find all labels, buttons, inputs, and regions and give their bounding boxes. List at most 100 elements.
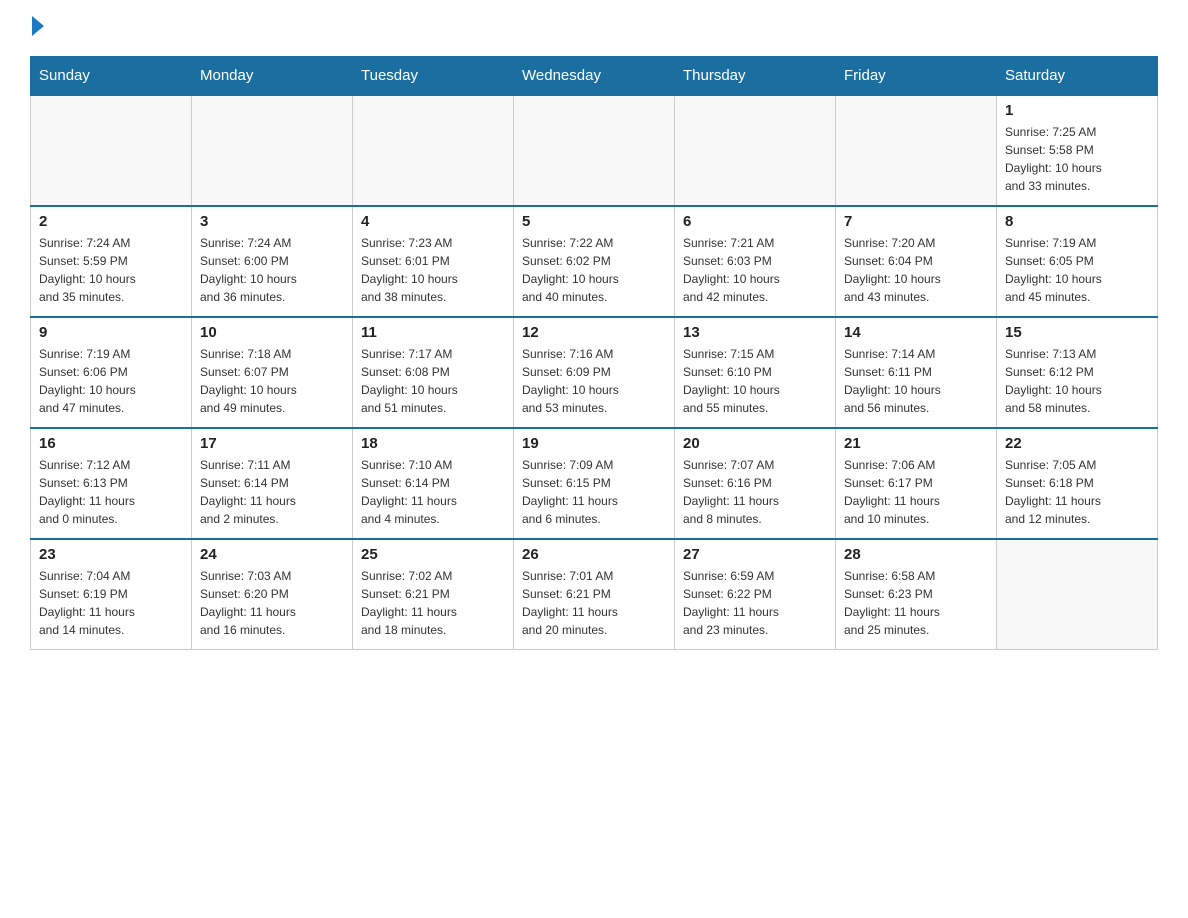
calendar-cell: 25 Sunrise: 7:02 AMSunset: 6:21 PMDayligh… xyxy=(353,539,514,650)
day-number: 21 xyxy=(844,435,988,452)
calendar-table: SundayMondayTuesdayWednesdayThursdayFrid… xyxy=(30,56,1158,650)
weekday-header-wednesday: Wednesday xyxy=(514,57,675,96)
weekday-header-sunday: Sunday xyxy=(31,57,192,96)
day-info: Sunrise: 7:22 AMSunset: 6:02 PMDaylight:… xyxy=(522,234,666,306)
calendar-cell: 18 Sunrise: 7:10 AMSunset: 6:14 PMDayligh… xyxy=(353,428,514,539)
day-info: Sunrise: 7:24 AMSunset: 6:00 PMDaylight:… xyxy=(200,234,344,306)
weekday-header-thursday: Thursday xyxy=(675,57,836,96)
calendar-cell xyxy=(31,95,192,206)
week-row-5: 23 Sunrise: 7:04 AMSunset: 6:19 PMDayligh… xyxy=(31,539,1158,650)
day-info: Sunrise: 7:16 AMSunset: 6:09 PMDaylight:… xyxy=(522,345,666,417)
weekday-header-saturday: Saturday xyxy=(997,57,1158,96)
day-number: 15 xyxy=(1005,324,1149,341)
calendar-cell: 8Sunrise: 7:19 AMSunset: 6:05 PMDaylight… xyxy=(997,206,1158,317)
day-number: 4 xyxy=(361,213,505,230)
calendar-cell xyxy=(997,539,1158,650)
day-info: Sunrise: 7:17 AMSunset: 6:08 PMDaylight:… xyxy=(361,345,505,417)
day-number: 20 xyxy=(683,435,827,452)
day-info: Sunrise: 7:24 AMSunset: 5:59 PMDaylight:… xyxy=(39,234,183,306)
calendar-cell: 28 Sunrise: 6:58 AMSunset: 6:23 PMDayligh… xyxy=(836,539,997,650)
calendar-cell: 22Sunrise: 7:05 AMSunset: 6:18 PMDayligh… xyxy=(997,428,1158,539)
day-number: 12 xyxy=(522,324,666,341)
calendar-cell: 15 Sunrise: 7:13 AMSunset: 6:12 PMDayligh… xyxy=(997,317,1158,428)
day-info: Sunrise: 7:07 AMSunset: 6:16 PMDaylight:… xyxy=(683,456,827,528)
day-info: Sunrise: 7:19 AMSunset: 6:05 PMDaylight:… xyxy=(1005,234,1149,306)
day-number: 3 xyxy=(200,213,344,230)
calendar-cell xyxy=(675,95,836,206)
calendar-cell: 7 Sunrise: 7:20 AMSunset: 6:04 PMDaylight… xyxy=(836,206,997,317)
calendar-cell: 26 Sunrise: 7:01 AMSunset: 6:21 PMDayligh… xyxy=(514,539,675,650)
weekday-header-friday: Friday xyxy=(836,57,997,96)
week-row-2: 2 Sunrise: 7:24 AMSunset: 5:59 PMDaylight… xyxy=(31,206,1158,317)
day-info: Sunrise: 7:13 AMSunset: 6:12 PMDaylight:… xyxy=(1005,345,1149,417)
day-info: Sunrise: 7:11 AMSunset: 6:14 PMDaylight:… xyxy=(200,456,344,528)
day-info: Sunrise: 7:25 AMSunset: 5:58 PMDaylight:… xyxy=(1005,123,1149,195)
calendar-cell: 5 Sunrise: 7:22 AMSunset: 6:02 PMDaylight… xyxy=(514,206,675,317)
day-info: Sunrise: 7:03 AMSunset: 6:20 PMDaylight:… xyxy=(200,567,344,639)
day-number: 24 xyxy=(200,546,344,563)
weekday-header-tuesday: Tuesday xyxy=(353,57,514,96)
calendar-cell xyxy=(836,95,997,206)
day-info: Sunrise: 7:23 AMSunset: 6:01 PMDaylight:… xyxy=(361,234,505,306)
day-info: Sunrise: 7:01 AMSunset: 6:21 PMDaylight:… xyxy=(522,567,666,639)
calendar-cell: 12 Sunrise: 7:16 AMSunset: 6:09 PMDayligh… xyxy=(514,317,675,428)
week-row-4: 16 Sunrise: 7:12 AMSunset: 6:13 PMDayligh… xyxy=(31,428,1158,539)
day-number: 25 xyxy=(361,546,505,563)
calendar-cell: 24 Sunrise: 7:03 AMSunset: 6:20 PMDayligh… xyxy=(192,539,353,650)
logo xyxy=(30,20,44,36)
day-number: 5 xyxy=(522,213,666,230)
calendar-cell: 14Sunrise: 7:14 AMSunset: 6:11 PMDayligh… xyxy=(836,317,997,428)
day-number: 18 xyxy=(361,435,505,452)
day-number: 1 xyxy=(1005,102,1149,119)
day-info: Sunrise: 7:19 AMSunset: 6:06 PMDaylight:… xyxy=(39,345,183,417)
day-info: Sunrise: 7:04 AMSunset: 6:19 PMDaylight:… xyxy=(39,567,183,639)
day-info: Sunrise: 6:58 AMSunset: 6:23 PMDaylight:… xyxy=(844,567,988,639)
day-info: Sunrise: 7:02 AMSunset: 6:21 PMDaylight:… xyxy=(361,567,505,639)
day-number: 6 xyxy=(683,213,827,230)
day-info: Sunrise: 7:06 AMSunset: 6:17 PMDaylight:… xyxy=(844,456,988,528)
day-number: 16 xyxy=(39,435,183,452)
calendar-cell: 9 Sunrise: 7:19 AMSunset: 6:06 PMDaylight… xyxy=(31,317,192,428)
day-number: 22 xyxy=(1005,435,1149,452)
calendar-cell: 20 Sunrise: 7:07 AMSunset: 6:16 PMDayligh… xyxy=(675,428,836,539)
calendar-cell: 4 Sunrise: 7:23 AMSunset: 6:01 PMDaylight… xyxy=(353,206,514,317)
day-info: Sunrise: 7:09 AMSunset: 6:15 PMDaylight:… xyxy=(522,456,666,528)
calendar-cell: 16 Sunrise: 7:12 AMSunset: 6:13 PMDayligh… xyxy=(31,428,192,539)
calendar-cell: 23 Sunrise: 7:04 AMSunset: 6:19 PMDayligh… xyxy=(31,539,192,650)
week-row-1: 1 Sunrise: 7:25 AMSunset: 5:58 PMDaylight… xyxy=(31,95,1158,206)
calendar-header-row: SundayMondayTuesdayWednesdayThursdayFrid… xyxy=(31,57,1158,96)
calendar-cell: 17Sunrise: 7:11 AMSunset: 6:14 PMDayligh… xyxy=(192,428,353,539)
calendar-cell: 11Sunrise: 7:17 AMSunset: 6:08 PMDayligh… xyxy=(353,317,514,428)
calendar-cell: 21 Sunrise: 7:06 AMSunset: 6:17 PMDayligh… xyxy=(836,428,997,539)
calendar-cell: 27 Sunrise: 6:59 AMSunset: 6:22 PMDayligh… xyxy=(675,539,836,650)
weekday-header-monday: Monday xyxy=(192,57,353,96)
calendar-cell: 6 Sunrise: 7:21 AMSunset: 6:03 PMDaylight… xyxy=(675,206,836,317)
day-info: Sunrise: 6:59 AMSunset: 6:22 PMDaylight:… xyxy=(683,567,827,639)
day-info: Sunrise: 7:20 AMSunset: 6:04 PMDaylight:… xyxy=(844,234,988,306)
page-header xyxy=(30,20,1158,36)
calendar-cell xyxy=(514,95,675,206)
logo-arrow-icon xyxy=(32,16,44,36)
day-number: 23 xyxy=(39,546,183,563)
day-info: Sunrise: 7:21 AMSunset: 6:03 PMDaylight:… xyxy=(683,234,827,306)
day-number: 2 xyxy=(39,213,183,230)
day-number: 9 xyxy=(39,324,183,341)
day-number: 13 xyxy=(683,324,827,341)
day-number: 26 xyxy=(522,546,666,563)
day-number: 14 xyxy=(844,324,988,341)
calendar-cell: 13 Sunrise: 7:15 AMSunset: 6:10 PMDayligh… xyxy=(675,317,836,428)
day-number: 27 xyxy=(683,546,827,563)
calendar-cell: 19 Sunrise: 7:09 AMSunset: 6:15 PMDayligh… xyxy=(514,428,675,539)
day-number: 7 xyxy=(844,213,988,230)
calendar-cell xyxy=(192,95,353,206)
day-number: 19 xyxy=(522,435,666,452)
day-number: 28 xyxy=(844,546,988,563)
calendar-cell: 1 Sunrise: 7:25 AMSunset: 5:58 PMDaylight… xyxy=(997,95,1158,206)
day-info: Sunrise: 7:12 AMSunset: 6:13 PMDaylight:… xyxy=(39,456,183,528)
day-info: Sunrise: 7:15 AMSunset: 6:10 PMDaylight:… xyxy=(683,345,827,417)
day-info: Sunrise: 7:10 AMSunset: 6:14 PMDaylight:… xyxy=(361,456,505,528)
calendar-cell: 2 Sunrise: 7:24 AMSunset: 5:59 PMDaylight… xyxy=(31,206,192,317)
calendar-cell: 10Sunrise: 7:18 AMSunset: 6:07 PMDayligh… xyxy=(192,317,353,428)
calendar-cell: 3 Sunrise: 7:24 AMSunset: 6:00 PMDaylight… xyxy=(192,206,353,317)
day-number: 10 xyxy=(200,324,344,341)
